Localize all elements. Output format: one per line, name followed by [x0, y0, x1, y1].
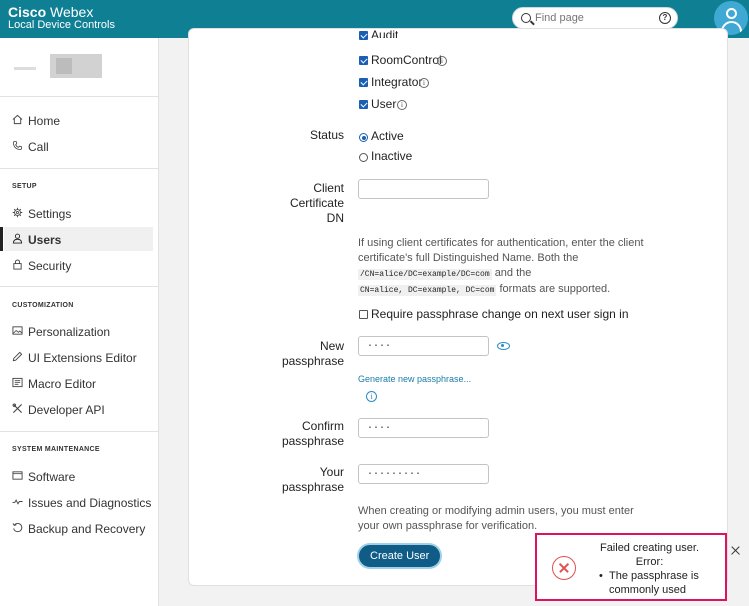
- restore-icon: [12, 523, 23, 533]
- main-content: Audit RoomControl i Integrator i User i …: [159, 28, 749, 606]
- divider: [0, 286, 158, 287]
- image-icon: [12, 326, 23, 335]
- toast-error-item: The passphrase is commonly used: [587, 569, 712, 597]
- phone-icon: [12, 140, 23, 151]
- status-option-inactive: Inactive: [371, 149, 413, 163]
- create-user-button[interactable]: Create User: [359, 545, 441, 567]
- sidebar-item-label: Software: [28, 470, 76, 484]
- sidebar-item-ui-extensions-editor[interactable]: UI Extensions Editor: [4, 345, 153, 369]
- sidebar-item-call[interactable]: Call: [4, 134, 153, 158]
- sidebar-item-settings[interactable]: Settings: [4, 201, 153, 225]
- software-icon: [12, 471, 23, 480]
- gear-icon: [12, 207, 23, 218]
- help-icon[interactable]: ?: [659, 12, 671, 24]
- divider: [0, 431, 158, 432]
- require-change-label: Require passphrase change on next user s…: [371, 307, 629, 321]
- confirm-passphrase-label: Confirm passphrase: [281, 419, 344, 448]
- section-title-system-maintenance: SYSTEM MAINTENANCE: [12, 446, 100, 453]
- sidebar-item-label: Users: [28, 233, 62, 247]
- sidebar-item-label: Security: [28, 259, 72, 273]
- sidebar-item-users[interactable]: Users: [0, 227, 153, 251]
- role-checkbox-audit[interactable]: [359, 31, 368, 40]
- avatar-head-shape: [726, 8, 737, 19]
- new-passphrase-label: New passphrase: [281, 339, 344, 368]
- toast-title: Failed creating user. Error:: [599, 542, 700, 568]
- generate-passphrase-link[interactable]: Generate new passphrase...: [358, 374, 471, 384]
- sidebar-item-home[interactable]: Home: [4, 108, 153, 132]
- user-icon: [12, 233, 23, 244]
- role-label-integrator: Integrator: [371, 75, 423, 89]
- search-icon: [521, 13, 531, 23]
- client-cert-help: If using client certificates for authent…: [358, 237, 644, 296]
- blurred-device-name: [14, 54, 102, 78]
- error-x-circle-icon: [552, 556, 576, 580]
- show-passphrase-eye-icon[interactable]: [497, 342, 510, 350]
- close-icon[interactable]: [730, 545, 742, 557]
- sidebar-item-label: Home: [28, 114, 61, 128]
- sidebar-item-personalization[interactable]: Personalization: [4, 319, 153, 343]
- status-option-active: Active: [371, 129, 404, 143]
- sidebar-item-label: Developer API: [28, 403, 105, 417]
- client-cert-label: Client Certificate DN: [289, 181, 344, 225]
- your-passphrase-label: Your passphrase: [281, 465, 344, 494]
- sidebar-item-security[interactable]: Security: [4, 253, 153, 277]
- home-icon: [12, 114, 23, 125]
- search-box[interactable]: ?: [512, 7, 678, 29]
- divider: [0, 96, 158, 97]
- section-title-customization: CUSTOMIZATION: [12, 302, 74, 309]
- divider: [0, 168, 158, 169]
- pulse-icon: [12, 499, 23, 505]
- sidebar-item-macro-editor[interactable]: Macro Editor: [4, 371, 153, 395]
- sidebar: Home Call SETUP Settings Users Security …: [0, 38, 159, 606]
- sidebar-item-label: Call: [28, 140, 49, 154]
- pencil-icon: [12, 351, 23, 362]
- brand-title: Cisco Webex: [8, 4, 94, 20]
- sidebar-item-label: Backup and Recovery: [28, 522, 146, 536]
- sidebar-item-label: UI Extensions Editor: [28, 351, 137, 365]
- role-checkbox-integrator[interactable]: [359, 78, 368, 87]
- role-checkbox-roomcontrol[interactable]: [359, 56, 368, 65]
- brand-subtitle: Local Device Controls: [8, 19, 115, 31]
- admin-passphrase-note: When creating or modifying admin users, …: [358, 505, 634, 532]
- info-icon[interactable]: i: [366, 391, 377, 402]
- info-icon[interactable]: i: [437, 56, 447, 66]
- error-toast: Failed creating user. Error: The passphr…: [535, 533, 727, 601]
- role-label-user: User: [371, 97, 397, 111]
- search-input[interactable]: [535, 10, 655, 26]
- sidebar-item-issues-and-diagnostics[interactable]: Issues and Diagnostics: [4, 490, 153, 514]
- status-label: Status: [309, 128, 344, 142]
- status-radio-active[interactable]: [359, 133, 368, 142]
- confirm-passphrase-input[interactable]: [358, 418, 489, 438]
- role-checkbox-user[interactable]: [359, 100, 368, 109]
- role-label-audit: Audit: [371, 28, 399, 38]
- info-icon[interactable]: i: [397, 100, 407, 110]
- info-icon[interactable]: i: [419, 78, 429, 88]
- status-radio-inactive[interactable]: [359, 153, 368, 162]
- sidebar-item-label: Macro Editor: [28, 377, 97, 391]
- sidebar-item-software[interactable]: Software: [4, 464, 153, 488]
- user-form-card: Audit RoomControl i Integrator i User i …: [188, 28, 728, 586]
- tools-icon: [12, 403, 23, 414]
- new-passphrase-input[interactable]: [358, 336, 489, 356]
- lock-icon: [13, 259, 22, 270]
- sidebar-item-developer-api[interactable]: Developer API: [4, 397, 153, 421]
- sidebar-item-label: Settings: [28, 207, 72, 221]
- sidebar-item-label: Issues and Diagnostics: [28, 496, 152, 510]
- sidebar-item-backup-and-recovery[interactable]: Backup and Recovery: [4, 516, 153, 540]
- role-label-roomcontrol: RoomControl: [371, 53, 442, 67]
- client-cert-dn-input[interactable]: [358, 179, 489, 199]
- macro-icon: [12, 377, 23, 388]
- section-title-setup: SETUP: [12, 183, 37, 190]
- your-passphrase-input[interactable]: [358, 464, 489, 484]
- require-change-checkbox[interactable]: [359, 310, 368, 319]
- sidebar-item-label: Personalization: [28, 325, 111, 339]
- toast-message: Failed creating user. Error: The passphr…: [587, 541, 712, 597]
